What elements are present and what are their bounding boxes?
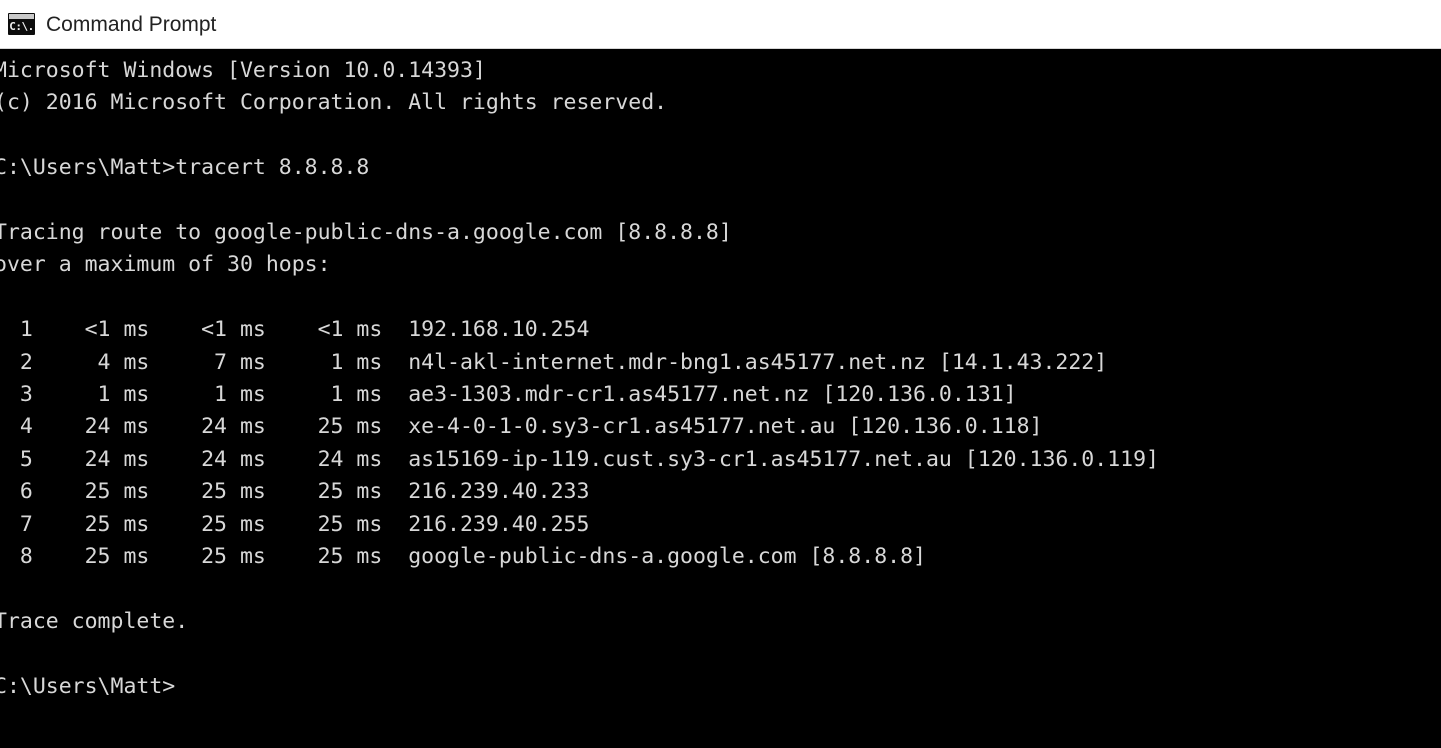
console-text: Microsoft Windows [Version 10.0.14393] (… [0, 58, 1159, 699]
command-prompt-window: C:\. Command Prompt Microsoft Windows [V… [0, 0, 1441, 748]
window-titlebar: C:\. Command Prompt [0, 0, 1441, 49]
console-output-area[interactable]: Microsoft Windows [Version 10.0.14393] (… [0, 50, 1441, 748]
command-prompt-icon: C:\. [8, 13, 35, 35]
window-title: Command Prompt [46, 12, 217, 36]
icon-prompt-glyph: C:\. [9, 20, 34, 33]
